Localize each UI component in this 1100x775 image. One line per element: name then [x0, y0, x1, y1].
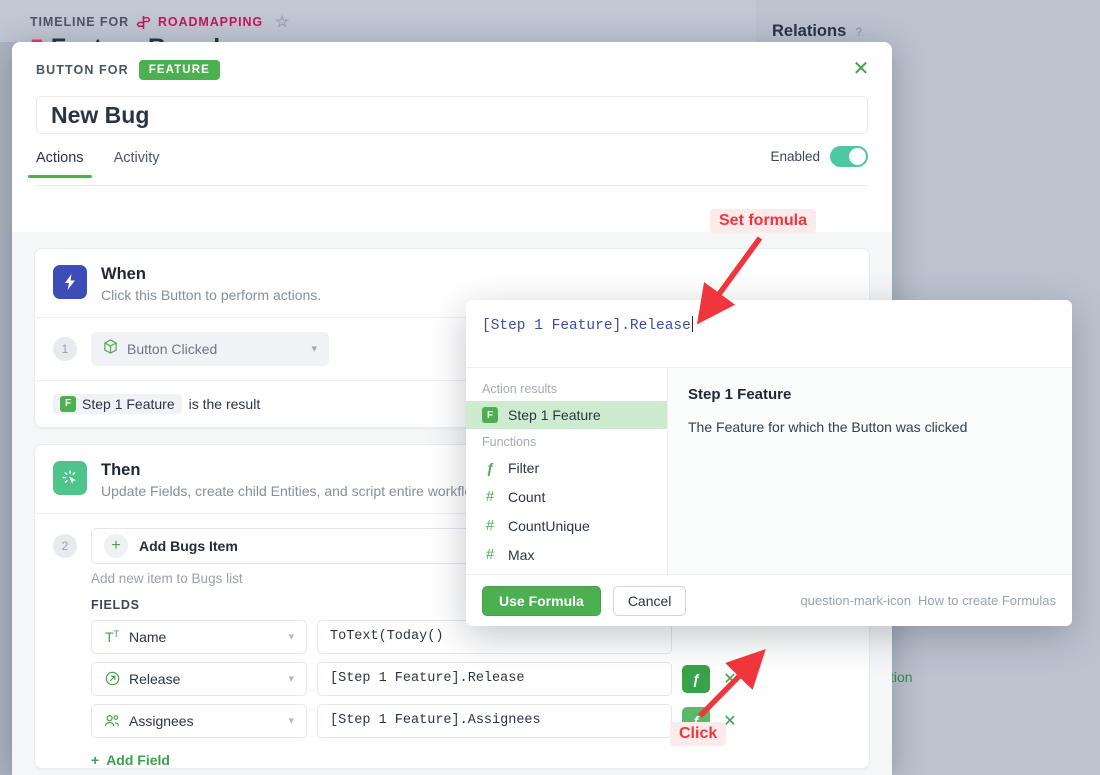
question-mark-icon: question-mark-icon — [800, 593, 911, 608]
field-select-release[interactable]: Release ▾ — [91, 662, 307, 696]
annotation-set-formula: Set formula — [710, 209, 816, 233]
add-bugs-item-label: Add Bugs Item — [139, 538, 238, 554]
breadcrumb-prefix: TIMELINE FOR — [30, 15, 129, 29]
enabled-label: Enabled — [770, 149, 820, 164]
formula-editor-popup: [Step 1 Feature].Release Action results … — [466, 300, 1072, 626]
group-label-action-results: Action results — [466, 376, 667, 401]
suggestion-label: CountUnique — [508, 518, 590, 534]
entity-type-chip[interactable]: FEATURE — [139, 60, 220, 80]
close-icon[interactable]: ✕ — [848, 56, 874, 82]
hash-icon: # — [482, 546, 498, 563]
modal-tabs: Actions Activity Enabled — [36, 150, 868, 186]
field-name-label: Release — [129, 671, 180, 687]
field-select-assignees[interactable]: Assignees ▾ — [91, 704, 307, 738]
suggestion-label: Count — [508, 489, 545, 505]
field-select-name[interactable]: TT Name ▾ — [91, 620, 307, 654]
formula-input[interactable]: [Step 1 Feature].Release — [466, 300, 1072, 367]
detail-title: Step 1 Feature — [688, 386, 1052, 403]
lightning-bolt-icon — [53, 265, 87, 299]
background-partial-text: tion — [890, 669, 913, 685]
suggestion-count[interactable]: # Count — [466, 482, 667, 511]
add-field-label: Add Field — [106, 752, 170, 768]
hash-icon: # — [482, 488, 498, 505]
chevron-down-icon: ▾ — [311, 342, 317, 355]
help-link-label: How to create Formulas — [918, 593, 1056, 608]
people-icon — [104, 714, 120, 728]
cancel-button[interactable]: Cancel — [613, 586, 687, 616]
annotation-click: Click — [670, 722, 726, 746]
group-label-functions: Functions — [466, 429, 667, 454]
suggestion-filter[interactable]: ƒ Filter — [466, 454, 667, 482]
use-formula-button[interactable]: Use Formula — [482, 586, 601, 616]
toggle-knob — [849, 148, 866, 165]
then-subheading: Update Fields, create child Entities, an… — [101, 483, 493, 499]
formula-popup-body: Action results F Step 1 Feature Function… — [466, 367, 1072, 574]
breadcrumb: TIMELINE FOR ROADMAPPING ☆ — [30, 12, 290, 32]
remove-field-release-icon[interactable]: ✕ — [720, 669, 740, 689]
text-format-icon: TT — [104, 629, 120, 645]
function-icon: ƒ — [482, 460, 498, 476]
formula-popup-footer: Use Formula Cancel question-mark-icon Ho… — [466, 574, 1072, 626]
button-name-input[interactable]: New Bug — [36, 96, 868, 134]
detail-description: The Feature for which the Button was cli… — [688, 419, 1052, 435]
trigger-label: Button Clicked — [127, 341, 217, 357]
result-token-label: Step 1 Feature — [82, 396, 175, 412]
tab-actions[interactable]: Actions — [36, 150, 84, 177]
plus-icon: + — [91, 752, 99, 768]
signpost-icon — [136, 15, 151, 30]
suggestion-label: Filter — [508, 460, 539, 476]
f-badge-icon: F — [482, 407, 498, 423]
suggestion-countunique[interactable]: # CountUnique — [466, 511, 667, 540]
cube-icon — [103, 339, 118, 358]
when-heading: When — [101, 265, 321, 284]
formula-button-release[interactable]: ƒ — [682, 665, 710, 693]
modal-eyebrow: BUTTON FOR FEATURE — [36, 60, 868, 80]
step-number-1: 1 — [53, 337, 77, 361]
click-burst-icon — [53, 461, 87, 495]
link-arrow-icon — [104, 671, 120, 686]
modal-header: BUTTON FOR FEATURE ✕ — [12, 42, 892, 88]
field-name-label: Assignees — [129, 713, 194, 729]
field-value-release[interactable]: [Step 1 Feature].Release — [317, 662, 672, 696]
relations-panel-title: Relations ? — [772, 22, 863, 41]
formula-detail-pane: Step 1 Feature The Feature for which the… — [668, 368, 1072, 574]
when-subheading: Click this Button to perform actions. — [101, 287, 321, 303]
trigger-select[interactable]: Button Clicked ▾ — [91, 332, 329, 366]
relations-help-icon[interactable]: ? — [855, 25, 862, 39]
step-number-2: 2 — [53, 534, 77, 558]
field-row: Assignees ▾ [Step 1 Feature].Assignees ƒ… — [35, 696, 869, 738]
result-token[interactable]: F Step 1 Feature — [53, 394, 182, 414]
suggestion-max[interactable]: # Max — [466, 540, 667, 569]
breadcrumb-project[interactable]: ROADMAPPING — [158, 15, 263, 29]
how-to-create-formulas-link[interactable]: question-mark-icon How to create Formula… — [800, 593, 1056, 608]
chevron-down-icon: ▾ — [288, 672, 294, 685]
feature-badge-icon: F — [60, 396, 76, 412]
modal-eyebrow-label: BUTTON FOR — [36, 63, 129, 77]
then-heading: Then — [101, 461, 493, 480]
text-caret — [692, 316, 694, 332]
chevron-down-icon: ▾ — [288, 714, 294, 727]
add-field-button[interactable]: + Add Field — [35, 738, 869, 768]
field-row: Release ▾ [Step 1 Feature].Release ƒ ✕ — [35, 654, 869, 696]
plus-icon: + — [104, 534, 128, 558]
button-name-value: New Bug — [51, 102, 149, 129]
chevron-down-icon: ▾ — [288, 630, 294, 643]
tab-activity[interactable]: Activity — [114, 150, 160, 177]
enabled-toggle[interactable] — [830, 146, 868, 167]
star-outline-icon[interactable]: ☆ — [275, 12, 290, 32]
field-name-label: Name — [129, 629, 166, 645]
formula-suggestion-list: Action results F Step 1 Feature Function… — [466, 368, 668, 574]
suggestion-label: Max — [508, 547, 534, 563]
enabled-toggle-group: Enabled — [770, 146, 868, 167]
formula-input-value: [Step 1 Feature].Release — [482, 318, 691, 334]
hash-icon: # — [482, 517, 498, 534]
field-value-assignees[interactable]: [Step 1 Feature].Assignees — [317, 704, 672, 738]
suggestion-label: Step 1 Feature — [508, 407, 601, 423]
suggestion-step-1-feature[interactable]: F Step 1 Feature — [466, 401, 667, 429]
result-suffix: is the result — [189, 396, 261, 412]
